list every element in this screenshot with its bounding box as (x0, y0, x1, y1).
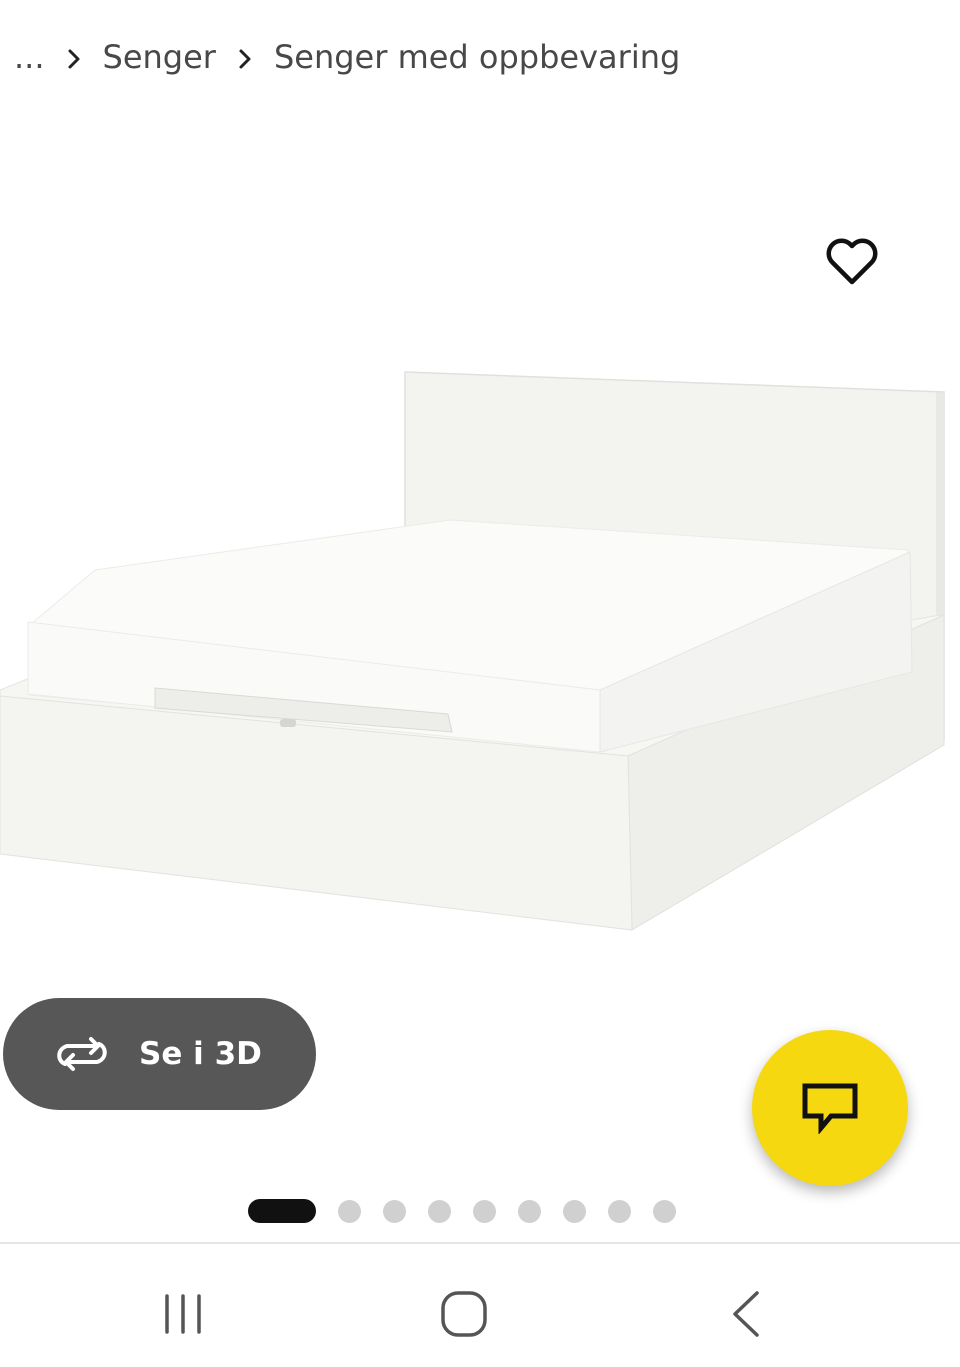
breadcrumb-item-senger-med-oppbevaring[interactable]: Senger med oppbevaring (274, 38, 680, 76)
breadcrumb-item-senger[interactable]: Senger (103, 38, 216, 76)
heart-outline-icon (826, 238, 878, 285)
carousel-dot[interactable] (383, 1199, 406, 1223)
back-icon (733, 1291, 759, 1337)
product-page: ... Senger Senger med oppbevaring Se i 3… (0, 0, 960, 1367)
rotate-3d-icon (57, 1037, 107, 1071)
carousel-dot[interactable] (563, 1199, 586, 1223)
carousel-dot-active[interactable] (248, 1199, 316, 1223)
chevron-right-icon (216, 38, 274, 76)
image-carousel-pagination (248, 1199, 698, 1223)
back-button[interactable] (706, 1284, 786, 1344)
recents-icon (165, 1294, 201, 1334)
carousel-dot[interactable] (653, 1199, 676, 1223)
home-icon (441, 1291, 487, 1337)
view-3d-button[interactable]: Se i 3D (3, 998, 316, 1110)
carousel-dot[interactable] (518, 1199, 541, 1223)
carousel-dot[interactable] (428, 1199, 451, 1223)
home-button[interactable] (424, 1284, 504, 1344)
favorite-button[interactable] (822, 232, 882, 292)
recents-button[interactable] (143, 1284, 223, 1344)
chevron-right-icon (45, 38, 103, 76)
breadcrumb-ellipsis[interactable]: ... (14, 38, 45, 76)
carousel-dot[interactable] (473, 1199, 496, 1223)
system-navigation-bar (0, 1244, 960, 1367)
view-3d-label: Se i 3D (139, 1036, 262, 1072)
product-image-bed[interactable] (0, 360, 960, 940)
carousel-dot[interactable] (608, 1199, 631, 1223)
carousel-dot[interactable] (338, 1199, 361, 1223)
chat-bubble-icon (802, 1083, 858, 1134)
breadcrumb: ... Senger Senger med oppbevaring (14, 30, 680, 84)
chat-button[interactable] (752, 1030, 908, 1186)
